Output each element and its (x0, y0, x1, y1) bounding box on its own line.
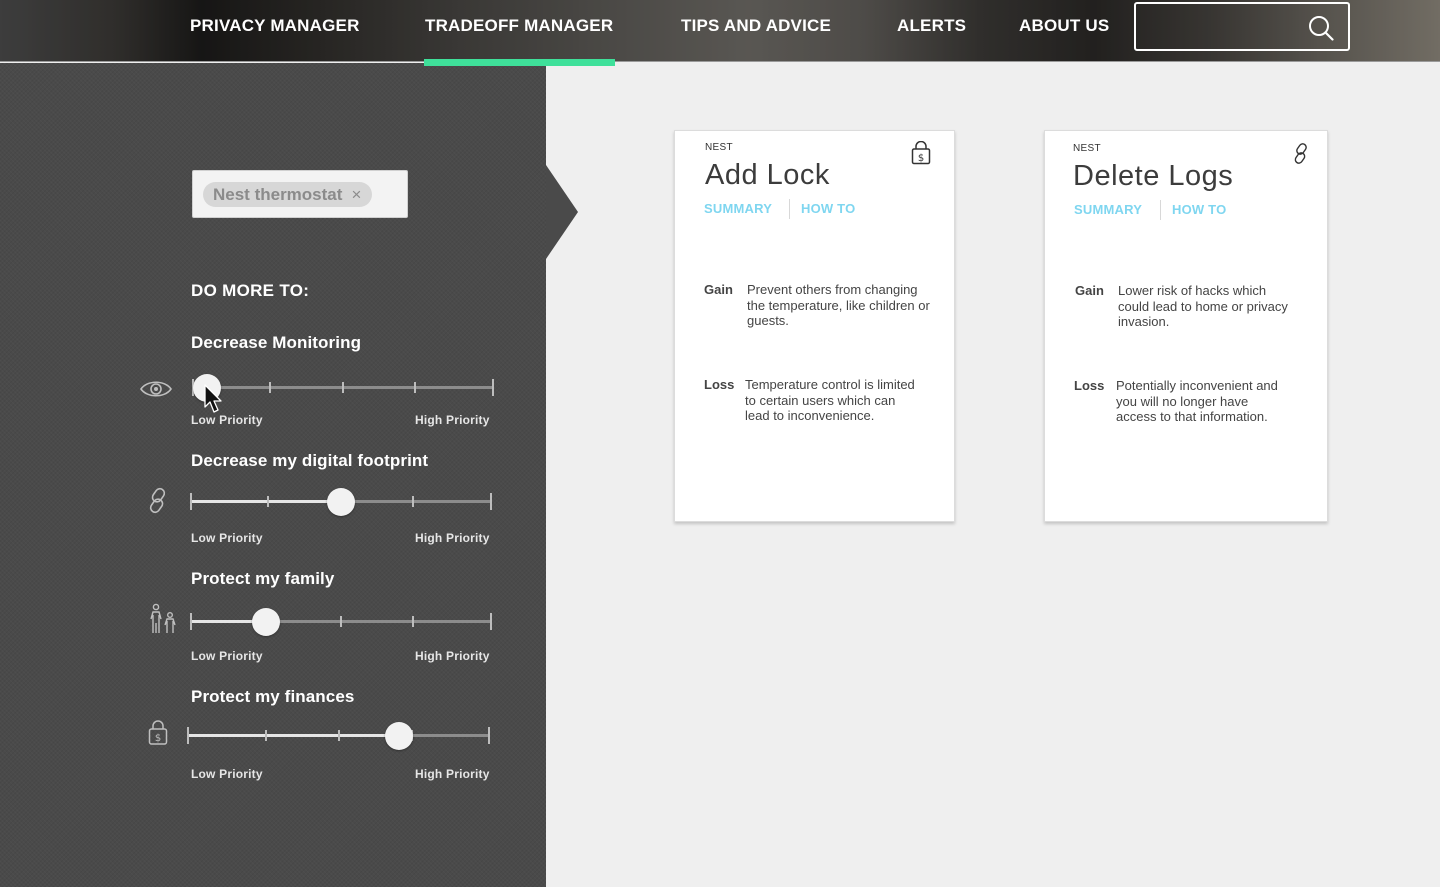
slider-tick (342, 382, 344, 393)
nav-privacy-manager[interactable]: PRIVACY MANAGER (190, 0, 360, 62)
slider-thumb[interactable] (251, 608, 280, 636)
slider-tick (190, 613, 192, 630)
search-icon[interactable] (1308, 15, 1334, 41)
family-icon (150, 603, 176, 633)
gain-text: Lower risk of hacks which could lead to … (1118, 283, 1288, 330)
close-icon[interactable]: × (349, 182, 363, 207)
slider-tick (412, 496, 414, 507)
lock-dollar-icon: $ (911, 141, 931, 165)
eye-icon (140, 381, 172, 397)
slider-label-digital-footprint: Decrease my digital footprint (191, 451, 429, 470)
nav-tips-and-advice[interactable]: TIPS AND ADVICE (681, 0, 831, 62)
nav-about-us[interactable]: ABOUT US (1019, 0, 1109, 62)
slider-tick (190, 493, 192, 510)
slider-tick (187, 727, 189, 744)
slider-label-finances: Protect my finances (191, 687, 355, 706)
tab-how-to[interactable]: HOW TO (1172, 202, 1226, 217)
loss-label: Loss (704, 377, 735, 392)
tab-summary[interactable]: SUMMARY (1074, 202, 1142, 217)
gain-label: Gain (1075, 283, 1104, 298)
card-brand: NEST (1073, 143, 1101, 154)
mouse-cursor-icon (204, 384, 222, 413)
slider-thumb[interactable] (327, 488, 355, 516)
tab-divider (1160, 200, 1161, 220)
high-priority-label: High Priority (415, 767, 490, 781)
slider-monitoring[interactable] (192, 374, 494, 402)
loss-text: Potentially inconvenient and you will no… (1116, 378, 1278, 425)
slider-tick (267, 496, 269, 507)
gain-label: Gain (704, 282, 733, 297)
nav-alerts[interactable]: ALERTS (897, 0, 966, 62)
svg-text:$: $ (155, 733, 161, 744)
slider-tick (414, 382, 416, 393)
slider-tick (490, 493, 492, 510)
search-input[interactable] (1134, 2, 1350, 51)
device-chip-label: Nest thermostat (213, 185, 343, 204)
card-title: Delete Logs (1073, 160, 1234, 192)
low-priority-label: Low Priority (191, 767, 263, 781)
slider-family[interactable] (190, 608, 492, 636)
slider-tick (340, 616, 342, 627)
card-brand: NEST (705, 142, 733, 153)
high-priority-label: High Priority (415, 531, 490, 545)
slider-tick (412, 616, 414, 627)
link-icon (1294, 143, 1307, 164)
slider-thumb[interactable] (385, 722, 414, 750)
slider-fill (190, 500, 341, 503)
sidebar-pointer (546, 165, 578, 259)
low-priority-label: Low Priority (191, 531, 263, 545)
slider-finances[interactable] (187, 722, 490, 750)
slider-digital-footprint[interactable] (190, 488, 492, 516)
slider-tick (490, 613, 492, 630)
tab-how-to[interactable]: HOW TO (801, 201, 855, 216)
high-priority-label: High Priority (415, 649, 490, 663)
tradeoff-card-add-lock[interactable]: NEST Add Lock $ SUMMARY HOW TO Gain Prev… (674, 130, 955, 522)
tab-summary[interactable]: SUMMARY (704, 201, 772, 216)
low-priority-label: Low Priority (191, 649, 263, 663)
slider-tick (338, 730, 340, 741)
finance-lock-icon: $ (148, 720, 168, 745)
top-nav: PRIVACY MANAGER TRADEOFF MANAGER TIPS AN… (0, 0, 1440, 66)
gain-text: Prevent others from changing the tempera… (747, 282, 930, 329)
loss-label: Loss (1074, 378, 1105, 393)
slider-tick (269, 382, 271, 393)
slider-label-family: Protect my family (191, 569, 335, 588)
slider-tick (265, 730, 267, 741)
device-selector[interactable]: Nest thermostat × (192, 170, 408, 218)
slider-tick (492, 379, 494, 396)
card-title: Add Lock (705, 159, 830, 191)
slider-tick (488, 727, 490, 744)
device-chip[interactable]: Nest thermostat × (203, 182, 373, 207)
slider-label-monitoring: Decrease Monitoring (191, 333, 362, 352)
link-icon (149, 487, 166, 514)
tab-divider (789, 199, 790, 219)
high-priority-label: High Priority (415, 413, 490, 427)
tradeoff-card-delete-logs[interactable]: NEST Delete Logs SUMMARY HOW TO Gain Low… (1044, 130, 1328, 522)
slider-fill (187, 734, 400, 737)
svg-text:$: $ (918, 153, 924, 164)
loss-text: Temperature control is limited to certai… (745, 377, 915, 424)
section-title: DO MORE TO: (191, 281, 310, 300)
nav-tradeoff-manager[interactable]: TRADEOFF MANAGER (423, 0, 616, 66)
low-priority-label: Low Priority (191, 413, 263, 427)
